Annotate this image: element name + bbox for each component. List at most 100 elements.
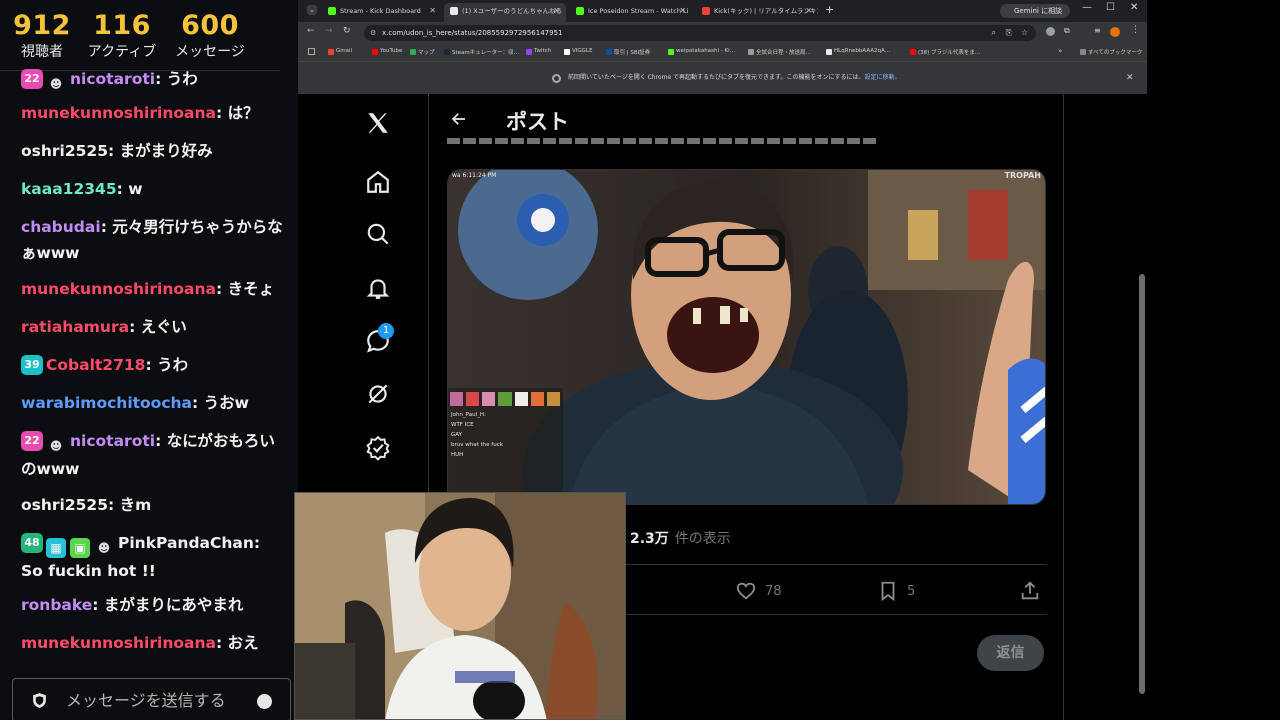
tab-kick-dashboard[interactable]: Stream - Kick Dashboard ✕ [322,3,442,22]
badge-icon: ▦ [46,538,66,558]
x-logo-icon[interactable] [365,110,391,136]
panda-badge-icon: ☻ [97,541,111,555]
bookmarks-overflow-icon[interactable]: » [1058,47,1062,55]
toolbar: ← → ↻ ⚙ x.com/udon_is_here/status/208559… [298,22,1147,44]
back-arrow-icon[interactable]: ← [307,26,315,36]
address-bar[interactable]: ⚙ x.com/udon_is_here/status/208559297295… [364,25,1036,41]
chat-message-input[interactable] [66,690,246,710]
install-icon[interactable]: ⎘ [1006,25,1012,41]
bookmark-item[interactable]: 全試合日程・放送局… [748,48,811,56]
share-button[interactable] [1019,580,1049,602]
chat-text: まがまり好み [119,142,213,160]
minimize-button[interactable]: — [1082,2,1092,13]
overlay-chat-line: John_Paul_H: [451,412,486,418]
back-arrow-icon[interactable] [450,110,468,128]
bookmark-item[interactable]: 取引 | SBI証券 [606,48,650,56]
chat-username[interactable]: kaaa12345 [21,180,117,198]
reply-button[interactable]: 返信 [977,635,1044,671]
chat-separator: : [155,70,167,88]
chat-text: きm [119,496,152,514]
chat-username[interactable]: PinkPandaChan [118,534,254,552]
overlay-chat-line: WTF ICE [451,422,474,428]
heart-icon [736,582,756,600]
post-image[interactable]: wa 6:11:24 PM TROPAH John_Paul_H: WTF ICE… [447,169,1046,505]
chat-username[interactable]: munekunnoshirinoana [21,104,216,122]
bookmark-button[interactable]: 5 [877,580,915,602]
like-button[interactable]: 78 [735,580,782,602]
panda-badge-icon: ☻ [49,77,63,91]
bookmark-item[interactable]: weipatakahashi - Ki… [668,48,735,55]
bookmark-item[interactable]: (38) ブラジル代表をま… [910,48,980,56]
site-info-icon[interactable]: ⚙ [370,25,376,41]
chat-text: So fuckin hot !! [21,562,156,580]
chat-username[interactable]: munekunnoshirinoana [21,634,216,652]
tab-search-icon[interactable]: ⌄ [307,5,317,15]
star-icon[interactable]: ☆ [1021,25,1028,41]
new-tab-button[interactable]: + [825,3,834,16]
bookmark-item[interactable]: Steamキュレーター：収… [444,48,519,56]
home-icon[interactable] [365,169,391,195]
tab-close-icon[interactable]: ✕ [553,3,560,19]
chat-username[interactable]: munekunnoshirinoana [21,280,216,298]
verified-icon[interactable] [365,435,391,461]
page-title: ポスト [506,110,569,134]
chat-username[interactable]: oshri2525 [21,496,108,514]
messages-label: メッセージ [175,44,245,60]
chat-username[interactable]: chabudai [21,218,101,236]
grok-icon[interactable] [365,381,391,407]
chat-username[interactable]: Cobalt2718 [46,356,145,374]
chat-username[interactable]: oshri2525 [21,142,108,160]
photo-timestamp: wa 6:11:24 PM [452,172,497,179]
gemini-button[interactable]: Gemini に相談 [1000,4,1071,18]
maximize-button[interactable]: ☐ [1106,2,1115,13]
profile-avatar[interactable] [1110,27,1120,37]
chat-username[interactable]: ratiahamura [21,318,129,336]
chat-text: おえ [227,634,259,652]
bookmark-item[interactable]: HLqRnebbAAA2qA… [826,48,890,55]
bookmark-item[interactable]: Gmail [328,48,352,55]
chrome-icon [552,74,561,83]
tab-close-icon[interactable]: ✕ [805,3,812,19]
zoom-icon[interactable]: ⌕ [992,25,996,41]
close-window-button[interactable]: ✕ [1130,2,1138,13]
view-count-label: 件の表示 [674,531,731,547]
chat-separator: : [192,394,204,412]
apps-grid-icon[interactable] [308,48,315,55]
infobar-close-icon[interactable]: ✕ [1126,62,1134,94]
chat-input-box[interactable] [12,678,291,720]
reload-icon[interactable]: ↻ [343,26,351,36]
overlay-emote-row [450,392,560,406]
chat-username[interactable]: ronbake [21,596,92,614]
bookmark-item[interactable]: YouTube [372,48,402,55]
tab-close-icon[interactable]: ✕ [429,3,436,19]
menu-icon[interactable]: ⋮ [1131,25,1140,35]
infobar-settings-link[interactable]: 設定に移動。 [865,74,901,81]
chat-separator: : [100,218,113,236]
emoji-icon[interactable] [257,694,272,709]
tab-close-icon[interactable]: ✕ [679,3,686,19]
active-count: 116 [93,10,151,41]
page-scrollbar[interactable] [1139,274,1145,694]
bookmark-item[interactable]: マップ [410,48,435,56]
search-icon[interactable] [365,221,391,247]
tab-kick-ranking[interactable]: Kick(キック) | リアルタイムランキング ✕ [696,3,818,22]
bell-icon[interactable] [365,275,391,301]
overlay-chat-line: bruv what the fuck [451,442,503,448]
chat-message: chabudai: 元々男行けちゃうからなぁwww [21,214,283,266]
all-bookmarks-folder[interactable]: すべてのブックマーク [1080,48,1142,56]
notification-badge: 1 [378,323,394,339]
bookmark-item[interactable]: VIGGLE [564,48,592,55]
tab-ice-poseidon[interactable]: Ice Poseidon Stream - Watch Li ✕ [570,3,692,22]
chat-message: oshri2525: きm [21,492,283,518]
chat-text: うおw [203,394,249,412]
shield-icon[interactable] [31,692,48,709]
media-icon[interactable]: ≡ [1094,26,1101,35]
extension-icon[interactable] [1046,27,1055,36]
chat-username[interactable]: warabimochitoocha [21,394,192,412]
extensions-puzzle-icon[interactable]: ⧉ [1064,26,1070,36]
chat-username[interactable]: nicotaroti [70,432,155,450]
forward-arrow-icon[interactable]: → [325,26,333,36]
tab-x-post[interactable]: (1) Xユーザーのうどんちゃんねる ✕ [444,3,566,22]
chat-username[interactable]: nicotaroti [70,70,155,88]
bookmark-item[interactable]: Twitch [526,48,551,55]
